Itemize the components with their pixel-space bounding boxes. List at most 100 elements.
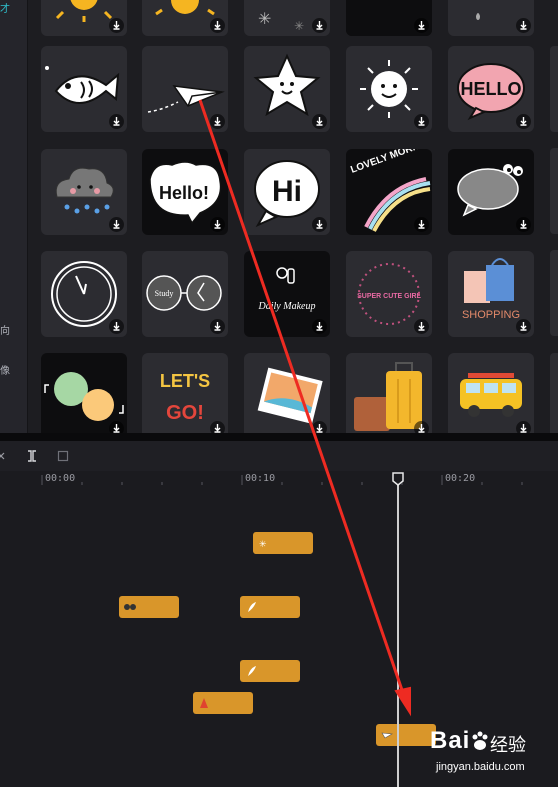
timeline-ruler[interactable]: 00:00 00:10 00:20 <box>0 471 558 487</box>
download-icon[interactable] <box>312 421 327 433</box>
sticker-tile[interactable] <box>346 0 432 36</box>
sticker-tile[interactable]: Hi <box>244 149 330 235</box>
svg-text:Study: Study <box>155 289 174 298</box>
sticker-tile[interactable] <box>41 0 127 36</box>
sticker-clip[interactable] <box>193 692 253 714</box>
sidebar-item-active[interactable]: 才 <box>0 0 10 15</box>
svg-text:SHOPPING: SHOPPING <box>462 309 520 321</box>
ruler-label-0: 00:00 <box>45 473 76 484</box>
ruler-label-10: 00:10 <box>245 473 276 484</box>
svg-text:SUPER CUTE GIRL: SUPER CUTE GIRL <box>357 293 422 300</box>
sidebar-item-image[interactable]: 像 <box>0 362 10 377</box>
download-icon[interactable] <box>210 319 225 334</box>
svg-text:HELLO: HELLO <box>461 79 522 99</box>
sticker-tile[interactable] <box>142 0 228 36</box>
svg-text:LET'S: LET'S <box>160 371 210 391</box>
download-icon[interactable] <box>109 319 124 334</box>
sticker-tile[interactable] <box>41 46 127 132</box>
sticker-tile[interactable] <box>41 251 127 337</box>
paw-icon <box>472 731 488 750</box>
sticker-tile[interactable]: HELLO <box>448 46 534 132</box>
sticker-tile[interactable] <box>142 46 228 132</box>
sticker-tile-partial[interactable] <box>550 250 558 336</box>
sticker-tile-partial[interactable] <box>550 353 558 433</box>
sticker-tile[interactable]: Hello! <box>142 149 228 235</box>
sticker-tile[interactable] <box>244 353 330 433</box>
sticker-tile[interactable] <box>346 46 432 132</box>
download-icon[interactable] <box>210 18 225 33</box>
download-icon[interactable] <box>312 18 327 33</box>
download-icon[interactable] <box>516 421 531 433</box>
sticker-tile[interactable]: SUPER CUTE GIRL <box>346 251 432 337</box>
download-icon[interactable] <box>516 18 531 33</box>
svg-text:Hi: Hi <box>272 175 302 208</box>
download-icon[interactable] <box>312 319 327 334</box>
sticker-tile[interactable] <box>448 353 534 433</box>
download-icon[interactable] <box>312 217 327 232</box>
download-icon[interactable] <box>414 421 429 433</box>
download-icon[interactable] <box>109 114 124 129</box>
delete-icon[interactable] <box>57 450 69 462</box>
download-icon[interactable] <box>109 18 124 33</box>
svg-text:GO!: GO! <box>166 402 204 424</box>
sparkle-icon: ✳ <box>259 540 267 549</box>
download-icon[interactable] <box>414 217 429 232</box>
download-icon[interactable] <box>516 217 531 232</box>
left-sidebar: 才 向 像 <box>0 0 28 433</box>
baidu-watermark: Bai 经验 jingyan.baidu.com <box>430 727 558 787</box>
sticker-clip[interactable]: ✳ <box>253 532 313 554</box>
paper-plane-clip[interactable] <box>376 724 436 746</box>
download-icon[interactable] <box>210 217 225 232</box>
download-icon[interactable] <box>516 114 531 129</box>
sticker-tile[interactable] <box>41 149 127 235</box>
ruler-label-20: 00:20 <box>445 473 476 484</box>
sticker-tile[interactable] <box>346 353 432 433</box>
watermark-url: jingyan.baidu.com <box>436 761 525 773</box>
download-icon[interactable] <box>414 18 429 33</box>
sticker-gallery: ✳ ✳ HELLO Hello! Hi LOVELY MORNING Study… <box>28 0 558 433</box>
feather-icon <box>248 666 256 676</box>
flame-icon <box>200 698 208 708</box>
download-icon[interactable] <box>516 319 531 334</box>
playhead-handle[interactable] <box>392 472 404 486</box>
sticker-tile[interactable]: Daily Makeup <box>244 251 330 337</box>
playhead-line[interactable] <box>397 478 399 787</box>
sticker-tile[interactable]: LOVELY MORNING <box>346 149 432 235</box>
download-icon[interactable] <box>414 114 429 129</box>
svg-text:✳: ✳ <box>258 9 271 28</box>
sticker-tile[interactable] <box>448 0 534 36</box>
split-icon[interactable] <box>26 450 38 462</box>
sticker-tile[interactable]: SHOPPING <box>448 251 534 337</box>
timeline-toolbar <box>0 441 558 472</box>
sticker-tile[interactable] <box>448 149 534 235</box>
download-icon[interactable] <box>109 217 124 232</box>
sticker-tile-partial[interactable] <box>550 148 558 234</box>
download-icon[interactable] <box>210 114 225 129</box>
svg-text:LOVELY MORNING: LOVELY MORNING <box>349 149 432 176</box>
sticker-clip[interactable] <box>240 660 300 682</box>
paper-plane-icon <box>381 732 393 739</box>
download-icon[interactable] <box>414 319 429 334</box>
sticker-tile[interactable] <box>244 46 330 132</box>
sticker-tile-partial[interactable] <box>550 46 558 132</box>
tool-icon[interactable] <box>0 451 6 461</box>
sticker-tile[interactable] <box>41 353 127 433</box>
sticker-tile[interactable]: Study <box>142 251 228 337</box>
panel-divider[interactable] <box>0 433 558 441</box>
glasses-icon <box>124 604 136 610</box>
svg-text:Hello!: Hello! <box>159 183 209 203</box>
watermark-brand: Bai <box>430 727 471 754</box>
sidebar-item-direction[interactable]: 向 <box>0 322 10 337</box>
download-icon[interactable] <box>109 421 124 433</box>
sticker-clip[interactable] <box>240 596 300 618</box>
sticker-clip[interactable] <box>119 596 179 618</box>
svg-text:✳: ✳ <box>259 540 267 549</box>
feather-icon <box>248 602 256 612</box>
watermark-brand-cn: 经验 <box>490 735 526 756</box>
download-icon[interactable] <box>312 114 327 129</box>
svg-text:Daily Makeup: Daily Makeup <box>258 301 316 312</box>
svg-text:✳: ✳ <box>294 19 304 33</box>
sticker-tile[interactable]: ✳ ✳ <box>244 0 330 36</box>
sticker-tile[interactable]: LET'S GO! <box>142 353 228 433</box>
download-icon[interactable] <box>210 421 225 433</box>
